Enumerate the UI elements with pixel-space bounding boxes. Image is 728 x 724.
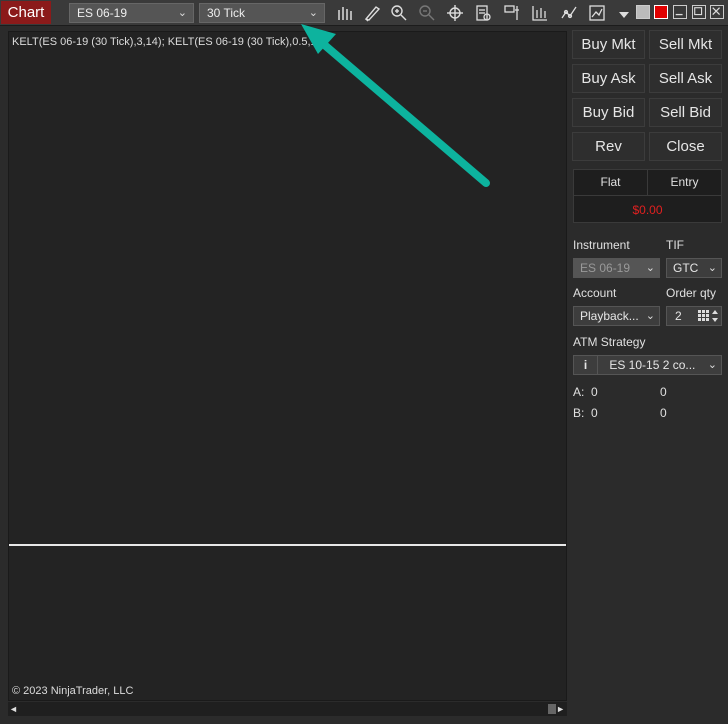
scroll-thumb[interactable] <box>548 704 556 714</box>
maximize-icon[interactable] <box>692 5 706 19</box>
zoom-out-icon[interactable] <box>418 4 436 22</box>
position-status: Flat <box>574 170 648 196</box>
period-selector[interactable]: 30 Tick ⌄ <box>199 3 325 23</box>
tif-select[interactable]: GTC ⌄ <box>666 258 722 278</box>
calculator-icon[interactable] <box>697 308 719 325</box>
order-qty-label: Order qty <box>666 286 717 300</box>
instrument-label: Instrument <box>573 238 630 252</box>
info-icon[interactable]: i <box>574 356 598 374</box>
close-position-button[interactable]: Close <box>649 132 722 161</box>
order-qty-input[interactable]: 2 <box>666 306 722 326</box>
crosshair-icon[interactable] <box>446 4 464 22</box>
copyright-text: © 2023 NinjaTrader, LLC <box>12 685 134 697</box>
record-color-icon[interactable] <box>654 5 668 19</box>
chart-panel[interactable]: KELT(ES 06-19 (30 Tick),3,14); KELT(ES 0… <box>8 31 567 701</box>
b-label: B: <box>573 406 585 420</box>
indicators-icon[interactable] <box>560 4 578 22</box>
buy-market-button[interactable]: Buy Mkt <box>572 30 645 59</box>
tif-value: GTC <box>673 261 699 275</box>
trader-instrument-value: ES 06-19 <box>580 261 631 275</box>
b-value-right: 0 <box>660 406 667 420</box>
panel-splitter[interactable] <box>9 544 566 546</box>
chart-toolbar: Chart ES 06-19 ⌄ 30 Tick ⌄ <box>0 0 728 26</box>
link-color-icon[interactable] <box>636 5 650 19</box>
atm-strategy-select[interactable]: i ES 10-15 2 co... ⌄ <box>573 355 722 375</box>
b-value-left: 0 <box>591 406 598 420</box>
buy-bid-button[interactable]: Buy Bid <box>572 98 645 127</box>
zoom-in-icon[interactable] <box>390 4 408 22</box>
chevron-down-icon: ⌄ <box>643 259 655 277</box>
chevron-down-icon: ⌄ <box>705 259 717 277</box>
buy-ask-button[interactable]: Buy Ask <box>572 64 645 93</box>
chevron-down-icon: ⌄ <box>308 7 318 19</box>
chevron-down-icon: ⌄ <box>177 7 187 19</box>
sell-bid-button[interactable]: Sell Bid <box>649 98 722 127</box>
account-label: Account <box>573 286 617 300</box>
atm-strategy-label: ATM Strategy <box>573 335 646 349</box>
a-value-left: 0 <box>591 385 598 399</box>
position-display: Flat Entry $0.00 <box>573 169 722 223</box>
horizontal-scrollbar[interactable]: ◄ ► <box>8 702 567 716</box>
close-icon[interactable] <box>710 5 724 19</box>
period-selector-value: 30 Tick <box>207 6 246 20</box>
instrument-selector[interactable]: ES 06-19 ⌄ <box>69 3 194 23</box>
bar-type-icon[interactable] <box>336 4 354 22</box>
chart-window-label: Chart <box>1 1 51 24</box>
strategies-icon[interactable] <box>531 4 549 22</box>
sell-market-button[interactable]: Sell Mkt <box>649 30 722 59</box>
sell-ask-button[interactable]: Sell Ask <box>649 64 722 93</box>
minimize-icon[interactable] <box>673 5 687 19</box>
account-value: Playback... <box>580 309 639 323</box>
scroll-right-icon[interactable]: ► <box>556 704 565 714</box>
properties-icon[interactable] <box>474 4 492 22</box>
scroll-left-icon[interactable]: ◄ <box>9 704 18 714</box>
data-box-icon[interactable] <box>503 4 521 22</box>
order-qty-value: 2 <box>675 309 682 323</box>
account-select[interactable]: Playback... ⌄ <box>573 306 660 326</box>
drawing-tool-icon[interactable] <box>363 4 381 22</box>
instrument-selector-value: ES 06-19 <box>77 6 128 20</box>
tif-label: TIF <box>666 238 684 252</box>
position-pnl: $0.00 <box>632 203 663 217</box>
position-entry-header: Entry <box>648 170 721 196</box>
chevron-down-icon: ⌄ <box>705 356 717 374</box>
trader-instrument-select: ES 06-19 ⌄ <box>573 258 660 278</box>
chevron-down-icon: ⌄ <box>643 307 655 325</box>
templates-icon[interactable] <box>588 4 606 22</box>
a-value-right: 0 <box>660 385 667 399</box>
reverse-button[interactable]: Rev <box>572 132 645 161</box>
more-menu-icon[interactable] <box>615 6 633 24</box>
atm-strategy-value: ES 10-15 2 co... <box>609 358 696 372</box>
a-label: A: <box>573 385 585 399</box>
indicator-label: KELT(ES 06-19 (30 Tick),3,14); KELT(ES 0… <box>12 36 327 48</box>
